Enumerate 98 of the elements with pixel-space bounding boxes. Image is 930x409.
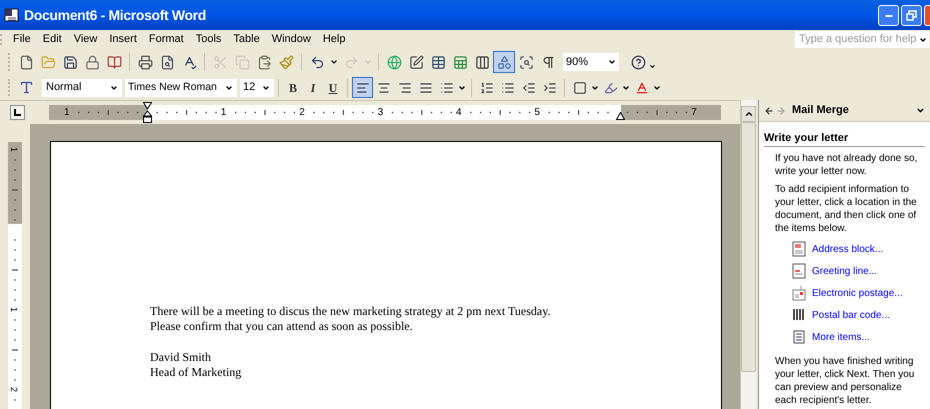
text-style-button[interactable]: I [303, 78, 323, 98]
lock-icon [84, 54, 100, 70]
scroll-up-button[interactable] [741, 106, 756, 122]
scroll-thumb[interactable] [741, 122, 756, 372]
book-icon [106, 54, 122, 70]
table-icon [430, 54, 446, 70]
font-combo[interactable]: Times New Roman [125, 78, 237, 96]
document-text-line: Head of Marketing [150, 365, 242, 380]
ruler-number: 3 [378, 106, 384, 120]
menu-item[interactable]: Format [142, 31, 190, 48]
increase-indent-icon [542, 80, 556, 94]
ruler-number: 1 [64, 106, 70, 120]
menu-item[interactable]: Window [266, 31, 317, 48]
cut-icon [212, 54, 228, 70]
border-icon [572, 80, 586, 94]
ruler-number: 1 [9, 307, 18, 312]
help-search-field[interactable]: Type a question for help [795, 31, 929, 48]
task-link[interactable]: Address block... [812, 242, 884, 256]
columns-icon [474, 54, 490, 70]
pilcrow-icon [540, 54, 556, 70]
minimize-button[interactable] [878, 4, 899, 26]
text-style-button[interactable]: U [323, 78, 343, 98]
menu-item[interactable]: Help [316, 31, 352, 48]
spreadsheet-icon [452, 54, 468, 70]
align-right-icon [398, 80, 412, 94]
print-preview-icon [160, 54, 174, 70]
menu-item[interactable]: File [7, 31, 37, 48]
menu-item[interactable]: Table [227, 31, 266, 48]
font-size-combo[interactable]: 12 [240, 78, 274, 96]
back-arrow-icon[interactable] [764, 106, 774, 116]
document-text-line: David Smith [150, 350, 212, 365]
menu-item[interactable]: Edit [36, 31, 68, 48]
document-page[interactable]: There will be a meeting to discus the new marketing strategy at 2 pm next Tuesday. Please confirm that you can attend as soon as possible. David Smith Head of Marketing [50, 141, 722, 409]
help-icon [630, 54, 646, 70]
ruler-number: 1 [9, 147, 18, 152]
document-lines-icon [792, 329, 806, 345]
vertical-scrollbar[interactable] [740, 100, 756, 409]
document-map-icon [518, 54, 534, 70]
paintbrush-icon [278, 54, 294, 70]
right-indent-marker-icon[interactable] [616, 112, 625, 120]
ruler-number: 2 [299, 106, 305, 120]
toolbar-options-icon[interactable] [649, 62, 656, 70]
postage-icon [792, 285, 806, 301]
instruction-text: To add recipient information to your letter, click a location in the document, and then click one of the items below. [775, 183, 918, 235]
font-size: 12 [243, 80, 256, 96]
styles-icon[interactable] [19, 80, 34, 95]
align-left-icon [356, 80, 370, 94]
instruction-text: When you have finished writing your letter, click Next. Then you can preview and personalize each recipient's letter. [775, 355, 916, 407]
menu-item[interactable]: Tools [190, 31, 228, 48]
window-title: Document6 - Microsoft Word [24, 6, 206, 24]
numbered-list-icon [480, 80, 494, 94]
menu-item[interactable]: Insert [103, 31, 143, 48]
text-style-button[interactable]: B [283, 78, 303, 98]
folder-icon [40, 54, 56, 70]
tab-selector[interactable] [10, 105, 25, 120]
new-document-icon [18, 54, 34, 70]
document-text-line: There will be a meeting to discus the new marketing strategy at 2 pm next Tuesday. [150, 304, 552, 319]
ruler-number: 5 [534, 106, 540, 120]
barcode-icon [792, 307, 806, 323]
copy-icon [234, 54, 250, 70]
word-document-icon [4, 7, 20, 23]
align-center-icon [376, 80, 390, 94]
section-heading: Write your letter [764, 132, 925, 147]
globe-icon [386, 54, 402, 70]
highlighter-icon [604, 80, 618, 94]
restore-button[interactable] [901, 4, 922, 26]
close-button[interactable] [924, 4, 930, 26]
shapes-icon [496, 54, 512, 70]
undo-icon [310, 54, 324, 70]
instruction-text: If you have not already done so, write your letter now. [775, 152, 918, 178]
task-link[interactable]: Greeting line... [812, 264, 878, 278]
ruler-number: 7 [691, 106, 697, 120]
font-name: Times New Roman [128, 80, 217, 95]
left-tab-icon [14, 109, 21, 116]
save-icon [62, 54, 78, 70]
menu-item[interactable]: View [68, 31, 104, 48]
paste-icon [256, 54, 272, 70]
align-left-button[interactable] [352, 77, 373, 98]
address-block-icon [792, 241, 806, 257]
style-combo[interactable]: Normal [42, 78, 122, 96]
zoom-combo[interactable]: 90% [563, 53, 619, 71]
ruler-number: 4 [456, 106, 462, 120]
decrease-indent-icon [522, 80, 536, 94]
indent-marker-icon[interactable] [143, 102, 152, 123]
justify-icon [418, 80, 432, 94]
restore-icon [906, 10, 917, 20]
document-text-line: Please confirm that you can attend as soon as possible. [150, 319, 414, 334]
ruler-number: 2 [9, 387, 18, 392]
style-name: Normal [46, 80, 82, 96]
task-pane-title: Mail Merge [792, 103, 849, 118]
task-link[interactable]: More items... [812, 330, 870, 344]
redo-icon [344, 54, 358, 70]
ruler-number: 1 [220, 106, 226, 120]
font-color-icon [634, 80, 648, 94]
task-link[interactable]: Electronic postage... [812, 286, 903, 300]
task-link[interactable]: Postal bar code... [812, 308, 890, 322]
shapes-button[interactable] [493, 51, 515, 73]
printer-icon [138, 54, 152, 70]
